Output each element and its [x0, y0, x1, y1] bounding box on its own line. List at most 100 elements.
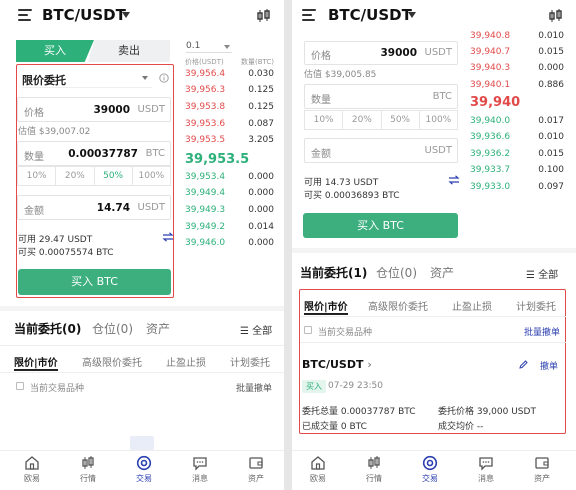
menu-icon[interactable] — [18, 9, 32, 22]
ask-qty: 0.015 — [538, 47, 564, 57]
nav-assets[interactable]: 资产 — [522, 455, 562, 484]
percent-10-button[interactable]: 10% — [18, 167, 57, 185]
ask-row[interactable]: 39,940.1 0.886 — [470, 80, 564, 94]
order-type-select[interactable]: 限价委托 — [22, 70, 152, 88]
bid-row[interactable]: 39,949.3 0.000 — [185, 205, 274, 219]
nav-trade[interactable]: 交易 — [124, 455, 164, 484]
nav-market[interactable]: 行情 — [68, 455, 108, 484]
amount-input[interactable]: 数量 0.00037787 BTC — [17, 141, 171, 166]
divider — [300, 316, 566, 317]
precision-select[interactable]: 0.1 — [186, 41, 232, 53]
batch-cancel-button[interactable]: 批量撤单 — [524, 325, 560, 338]
ask-row[interactable]: 39,953.5 3.205 — [185, 135, 274, 149]
percent-50-button[interactable]: 50% — [95, 167, 133, 185]
tab-current-orders[interactable]: 当前委托(0) — [14, 320, 81, 337]
all-filter[interactable]: ☰ 全部 — [240, 322, 272, 337]
info-icon[interactable] — [159, 73, 169, 83]
bid-row[interactable]: 39,933.7 0.100 — [470, 165, 564, 179]
chevron-down-icon[interactable] — [408, 12, 416, 18]
bid-row[interactable]: 39,953.4 0.000 — [185, 172, 274, 186]
menu-icon[interactable] — [302, 9, 316, 22]
nav-label: 欧易 — [24, 474, 40, 483]
subtab-advanced-limit[interactable]: 高级限价委托 — [368, 298, 428, 313]
ask-row[interactable]: 39,940.3 0.000 — [470, 63, 564, 77]
percent-20-button[interactable]: 20% — [56, 167, 95, 185]
bid-qty: 0.000 — [248, 205, 274, 215]
nav-assets[interactable]: 资产 — [236, 455, 276, 484]
ask-row[interactable]: 39,940.8 0.010 — [470, 31, 564, 45]
bid-row[interactable]: 39,940.0 0.017 — [470, 116, 564, 130]
buy-btc-button[interactable]: 买入 BTC — [303, 213, 458, 238]
subtab-tp-sl[interactable]: 止盈止损 — [166, 354, 206, 369]
ask-row[interactable]: 39,953.8 0.125 — [185, 102, 274, 116]
orderbook-bids: 39,953.4 0.000 39,949.4 0.000 39,949.3 0.00… — [185, 172, 274, 252]
subtab-plan-order[interactable]: 计划委托 — [516, 298, 556, 313]
percent-100-button[interactable]: 100% — [133, 167, 170, 185]
subtab-limit-market[interactable]: 限价|市价 — [304, 298, 348, 313]
bid-row[interactable]: 39,936.6 0.010 — [470, 132, 564, 146]
chevron-down-icon[interactable] — [122, 12, 130, 18]
nav-messages[interactable]: 消息 — [466, 455, 506, 484]
total-label: 金额 — [24, 206, 44, 217]
all-filter[interactable]: ☰ 全部 — [526, 266, 558, 281]
ask-qty: 0.886 — [538, 80, 564, 90]
price-input[interactable]: 价格 39000 USDT — [304, 41, 458, 65]
total-input[interactable]: 金额 USDT — [304, 138, 458, 163]
percent-100-button[interactable]: 100% — [420, 111, 457, 129]
home-icon — [25, 456, 39, 470]
tab-positions[interactable]: 仓位(0) — [92, 320, 133, 337]
ask-row[interactable]: 39,956.3 0.125 — [185, 85, 274, 99]
order-pair[interactable]: BTC/USDT › — [302, 358, 372, 371]
transfer-icon[interactable] — [162, 232, 174, 242]
bid-price: 39,949.2 — [185, 222, 226, 232]
nav-messages[interactable]: 消息 — [180, 455, 220, 484]
amount-unit: BTC — [145, 148, 165, 159]
amount-input[interactable]: 数量 BTC — [304, 84, 458, 109]
edit-icon[interactable] — [519, 360, 528, 369]
ask-row[interactable]: 39,940.7 0.015 — [470, 47, 564, 61]
ask-row[interactable]: 39,956.4 0.030 — [185, 69, 274, 83]
subtab-plan-order[interactable]: 计划委托 — [230, 354, 270, 369]
batch-cancel-button[interactable]: 批量撤单 — [236, 381, 272, 394]
subtab-tp-sl[interactable]: 止盈止损 — [452, 298, 492, 313]
bid-row[interactable]: 39,933.0 0.097 — [470, 182, 564, 196]
pair-title[interactable]: BTC/USDT — [42, 6, 126, 24]
nav-market[interactable]: 行情 — [354, 455, 394, 484]
candlestick-chart-icon[interactable] — [548, 8, 564, 24]
total-unit: USDT — [424, 145, 452, 156]
current-pair-checkbox[interactable] — [304, 326, 312, 334]
chevron-down-icon — [142, 76, 148, 80]
percent-20-button[interactable]: 20% — [343, 111, 382, 129]
tab-sell[interactable]: 卖出 — [88, 40, 170, 62]
buy-btc-button[interactable]: 买入 BTC — [18, 269, 171, 295]
total-input[interactable]: 金额 14.74 USDT — [17, 195, 171, 220]
current-pair-checkbox[interactable] — [16, 382, 24, 390]
nav-home[interactable]: 欧易 — [298, 455, 338, 484]
order-avg-price: 成交均价 -- — [438, 422, 484, 432]
nav-home[interactable]: 欧易 — [12, 455, 52, 484]
transfer-icon[interactable] — [448, 175, 460, 185]
tab-assets[interactable]: 资产 — [146, 320, 170, 337]
tab-assets[interactable]: 资产 — [430, 264, 454, 281]
subtab-advanced-limit[interactable]: 高级限价委托 — [82, 354, 142, 369]
candlestick-chart-icon[interactable] — [256, 8, 272, 24]
tab-buy[interactable]: 买入 — [16, 40, 94, 62]
tab-positions[interactable]: 仓位(0) — [376, 264, 417, 281]
ask-row[interactable]: 39,953.6 0.087 — [185, 119, 274, 133]
bid-row[interactable]: 39,949.2 0.014 — [185, 222, 274, 236]
active-subtab-underline — [14, 369, 58, 371]
nav-trade[interactable]: 交易 — [410, 455, 450, 484]
price-input[interactable]: 价格 39000 USDT — [17, 97, 171, 122]
wallet-icon — [535, 457, 549, 469]
bid-row[interactable]: 39,936.2 0.015 — [470, 149, 564, 163]
pair-title[interactable]: BTC/USDT — [328, 6, 412, 24]
bid-qty: 0.097 — [538, 182, 564, 192]
cancel-order-button[interactable]: 撤单 — [540, 359, 558, 372]
tab-current-orders[interactable]: 当前委托(1) — [300, 264, 367, 281]
all-filter-label: 全部 — [538, 270, 559, 281]
subtab-limit-market[interactable]: 限价|市价 — [14, 354, 58, 369]
bid-row[interactable]: 39,949.4 0.000 — [185, 188, 274, 202]
bid-row[interactable]: 39,946.0 0.000 — [185, 238, 274, 252]
percent-10-button[interactable]: 10% — [305, 111, 344, 129]
percent-50-button[interactable]: 50% — [382, 111, 420, 129]
